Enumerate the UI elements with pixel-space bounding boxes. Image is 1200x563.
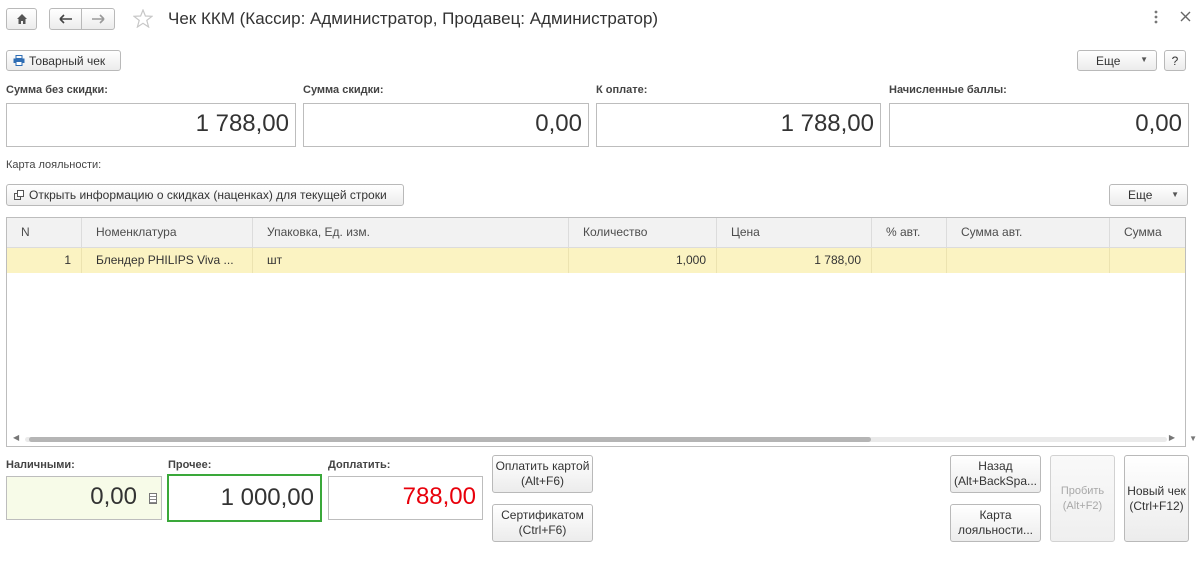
row-quantity: 1,000: [569, 248, 717, 273]
more-button[interactable]: Еще ▼: [1077, 50, 1157, 71]
row-package: шт: [253, 248, 569, 273]
scroll-down-icon[interactable]: ▼: [1189, 434, 1197, 443]
favorite-star-icon[interactable]: [132, 8, 154, 31]
other-label: Прочее:: [168, 459, 212, 471]
points-label: Начисленные баллы:: [889, 84, 1007, 96]
row-nomenclature: Блендер PHILIPS Viva ...: [82, 248, 253, 273]
column-header-quantity[interactable]: Количество: [569, 218, 717, 247]
forward-button[interactable]: [81, 8, 115, 30]
close-icon[interactable]: [1180, 11, 1191, 25]
horizontal-scrollbar[interactable]: ◀ ▶: [7, 432, 1185, 446]
due-label: Доплатить:: [328, 459, 391, 471]
due-field: 788,00: [328, 476, 483, 520]
loyalty-card-button[interactable]: Карта лояльности...: [950, 504, 1041, 542]
goods-table[interactable]: N Номенклатура Упаковка, Ед. изм. Количе…: [6, 217, 1186, 447]
discount-sum-field: 0,00: [303, 103, 589, 147]
column-header-auto-percent[interactable]: % авт.: [872, 218, 947, 247]
sum-no-discount-field: 1 788,00: [6, 103, 296, 147]
grid-more-label: Еще: [1128, 188, 1153, 202]
more-button-label: Еще: [1096, 53, 1121, 68]
discount-sum-label: Сумма скидки:: [303, 84, 384, 96]
row-auto-sum: [947, 248, 1110, 273]
help-button-label: ?: [1171, 53, 1179, 68]
back-button[interactable]: [49, 8, 82, 30]
cash-value: 0,00: [90, 483, 137, 510]
help-button[interactable]: ?: [1164, 50, 1186, 71]
pay-by-card-button[interactable]: Оплатить картой (Alt+F6): [492, 455, 593, 493]
discount-info-label: Открыть информацию о скидках (наценках) …: [29, 188, 387, 202]
scroll-left-icon[interactable]: ◀: [13, 433, 19, 442]
home-button[interactable]: [6, 8, 37, 30]
dropdown-arrow-icon: ▼: [1140, 55, 1148, 64]
sum-no-discount-label: Сумма без скидки:: [6, 84, 108, 96]
column-header-price[interactable]: Цена: [717, 218, 872, 247]
calculator-icon[interactable]: [149, 493, 157, 504]
other-field[interactable]: 1 000,00: [167, 474, 322, 522]
home-icon: [16, 14, 27, 24]
arrow-right-icon: [92, 14, 105, 24]
row-auto-percent: [872, 248, 947, 273]
print-receipt-button[interactable]: Пробить (Alt+F2): [1050, 455, 1115, 542]
scroll-thumb[interactable]: [29, 437, 871, 442]
to-pay-label: К оплате:: [596, 84, 648, 96]
row-sum: [1110, 248, 1185, 273]
receipt-button[interactable]: Товарный чек: [6, 50, 121, 71]
table-row[interactable]: 1 Блендер PHILIPS Viva ... шт 1,000 1 78…: [7, 248, 1185, 273]
cash-field[interactable]: 0,00: [6, 476, 162, 520]
new-receipt-button[interactable]: Новый чек (Ctrl+F12): [1124, 455, 1189, 542]
receipt-button-label: Товарный чек: [29, 53, 106, 68]
vertical-dots-icon[interactable]: [1153, 9, 1161, 27]
column-header-nomenclature[interactable]: Номенклатура: [82, 218, 253, 247]
grid-more-button[interactable]: Еще ▼: [1109, 184, 1188, 206]
column-header-package[interactable]: Упаковка, Ед. изм.: [253, 218, 569, 247]
scroll-right-icon[interactable]: ▶: [1169, 433, 1175, 442]
column-header-n[interactable]: N: [7, 218, 82, 247]
certificate-button[interactable]: Сертификатом (Ctrl+F6): [492, 504, 593, 542]
page-title: Чек ККМ (Кассир: Администратор, Продавец…: [168, 9, 659, 28]
points-field: 0,00: [889, 103, 1189, 147]
table-header: N Номенклатура Упаковка, Ед. изм. Количе…: [7, 218, 1185, 248]
column-header-auto-sum[interactable]: Сумма авт.: [947, 218, 1110, 247]
arrow-left-icon: [58, 14, 72, 24]
row-price: 1 788,00: [717, 248, 872, 273]
open-window-icon: [14, 190, 24, 200]
row-number: 1: [7, 248, 82, 273]
column-header-sum[interactable]: Сумма: [1110, 218, 1185, 247]
dropdown-arrow-icon: ▼: [1171, 190, 1179, 199]
loyalty-card-label: Карта лояльности:: [6, 159, 102, 171]
back-action-button[interactable]: Назад (Alt+BackSpa...: [950, 455, 1041, 493]
cash-label: Наличными:: [6, 459, 75, 471]
to-pay-field: 1 788,00: [596, 103, 881, 147]
printer-icon: [13, 55, 25, 66]
discount-info-button[interactable]: Открыть информацию о скидках (наценках) …: [6, 184, 404, 206]
